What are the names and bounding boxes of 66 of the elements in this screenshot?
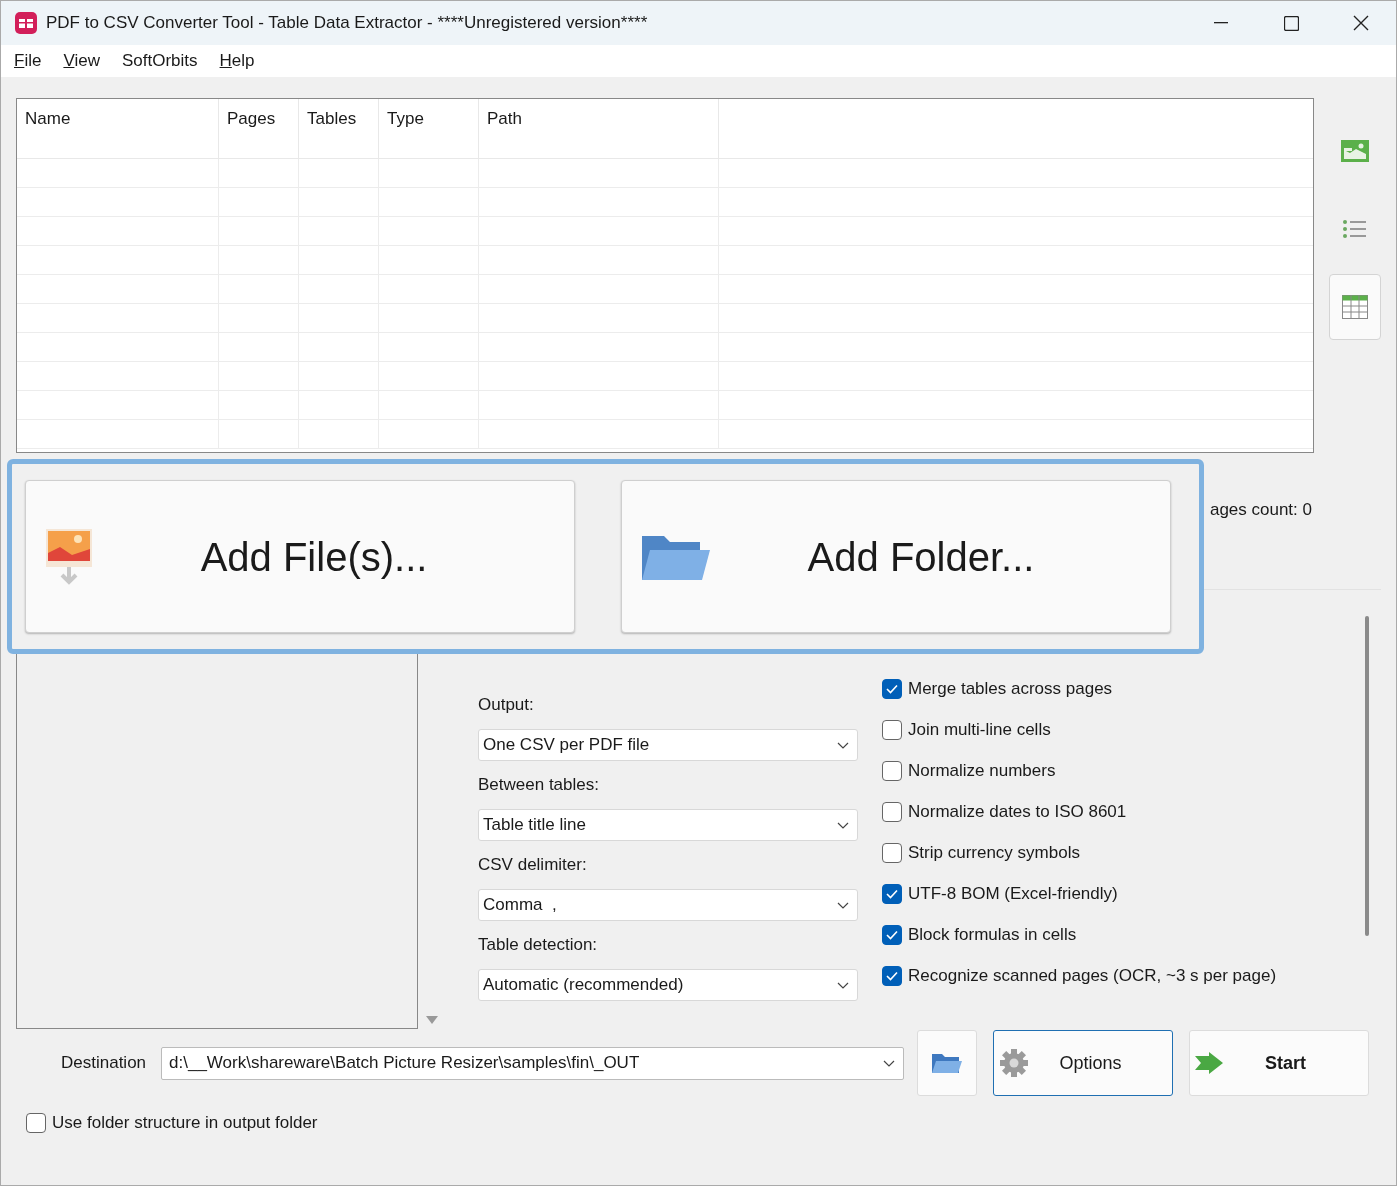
- column-header[interactable]: Path: [479, 99, 719, 158]
- checkbox[interactable]: [882, 965, 902, 986]
- check-icon: [886, 888, 898, 899]
- checkbox[interactable]: [882, 760, 902, 781]
- column-header[interactable]: Name: [17, 99, 219, 158]
- chevron-icon: [837, 821, 849, 829]
- arrow-icon: [1195, 1052, 1224, 1074]
- checkbox-label: Normalize dates to ISO 8601: [908, 800, 1127, 823]
- add-button[interactable]: Add File(s)...: [25, 480, 575, 633]
- chevron-icon: [883, 1059, 896, 1067]
- field-label: Output:: [478, 694, 535, 716]
- dropdown[interactable]: Automatic (recommended): [478, 969, 858, 1001]
- checkbox-label: Block formulas in cells: [908, 923, 1077, 946]
- window-title: PDF to CSV Converter Tool - Table Data Extractor - ****Unregistered version****: [46, 12, 648, 35]
- scrollbar[interactable]: [1365, 616, 1369, 936]
- chevron-icon: [837, 981, 849, 989]
- checkbox-label: Use folder structure in output folder: [52, 1112, 318, 1134]
- checkbox[interactable]: [882, 678, 902, 699]
- picture-import-icon: [44, 526, 94, 587]
- dropdown[interactable]: One CSV per PDF file: [478, 729, 858, 761]
- destination-field[interactable]: d:\__Work\shareware\Batch Picture Resizer\samples\fin\_OUT: [161, 1046, 905, 1080]
- checkbox-label: UTF-8 BOM (Excel-friendly): [908, 882, 1118, 905]
- checkbox[interactable]: [882, 883, 902, 904]
- add-button[interactable]: Add Folder...: [621, 480, 1171, 633]
- gear-icon: [999, 1048, 1030, 1078]
- menu-item[interactable]: File: [14, 48, 42, 74]
- folder-icon: [931, 1052, 964, 1074]
- checkbox[interactable]: [882, 924, 902, 945]
- menu-item[interactable]: View: [63, 48, 100, 74]
- maximize-icon: [1283, 15, 1299, 31]
- field-label: Table detection:: [478, 934, 599, 956]
- menu-item[interactable]: SoftOrbits: [121, 48, 198, 74]
- app-icon: [15, 12, 37, 34]
- column-header[interactable]: Tables: [299, 99, 379, 158]
- destination-label: Destination: [61, 1052, 147, 1075]
- field-label: Between tables:: [478, 774, 600, 796]
- checkbox[interactable]: [882, 842, 902, 863]
- view-button[interactable]: [1329, 274, 1381, 340]
- checkbox[interactable]: [882, 801, 902, 822]
- menu-item[interactable]: Help: [219, 48, 255, 74]
- checkbox-label: Strip currency symbols: [908, 841, 1080, 864]
- checkbox[interactable]: [26, 1112, 46, 1133]
- checkbox-label: Merge tables across pages: [908, 677, 1113, 700]
- minimize-icon: [1214, 22, 1228, 24]
- options-button[interactable]: Options: [993, 1030, 1174, 1096]
- column-header[interactable]: Type: [379, 99, 479, 158]
- check-icon: [886, 970, 898, 981]
- checkbox-label: Recognize scanned pages (OCR, ~3 s per page): [908, 964, 1277, 987]
- check-icon: [886, 683, 898, 694]
- checkbox[interactable]: [882, 719, 902, 740]
- field-label: CSV delimiter:: [478, 854, 588, 876]
- start-button[interactable]: Start: [1189, 1030, 1370, 1096]
- checkbox-label: Join multi-line cells: [908, 718, 1051, 741]
- images-count: ages count: 0: [1209, 499, 1312, 521]
- dropdown[interactable]: Comma ,: [478, 889, 858, 921]
- chevron-icon: [837, 901, 849, 909]
- list-icon: [1343, 219, 1367, 239]
- check-icon: [886, 929, 898, 940]
- picture-icon: [1341, 140, 1369, 162]
- table-icon: [1342, 295, 1368, 319]
- checkbox-label: Normalize numbers: [908, 759, 1056, 782]
- dropdown[interactable]: Table title line: [478, 809, 858, 841]
- chevron-icon: [837, 741, 849, 749]
- column-header[interactable]: Pages: [219, 99, 299, 158]
- browse-button[interactable]: [917, 1030, 978, 1096]
- close-icon: [1353, 15, 1369, 31]
